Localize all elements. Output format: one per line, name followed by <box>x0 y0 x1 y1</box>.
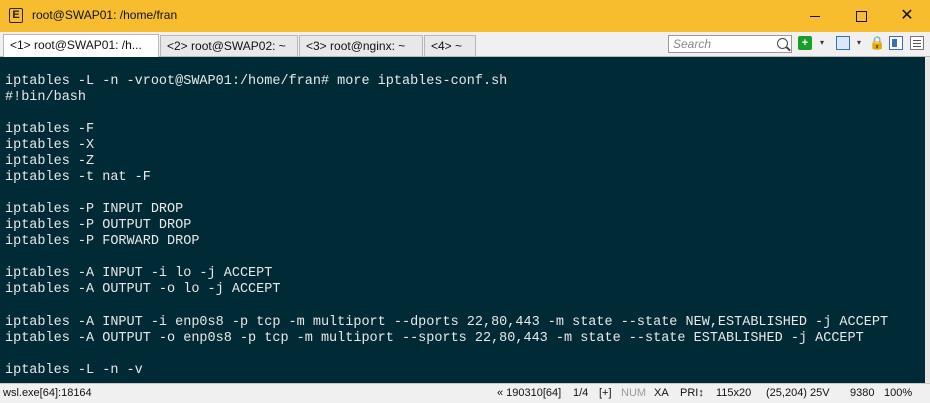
chevron-down-icon[interactable]: ▾ <box>852 36 866 50</box>
terminal-line: iptables -X <box>5 138 95 153</box>
chevron-down-icon[interactable]: ▾ <box>815 36 829 50</box>
status-pri[interactable]: PRI↕ <box>680 387 704 399</box>
app-icon[interactable]: E <box>9 8 23 23</box>
status-console[interactable]: 1/4 <box>573 387 588 399</box>
terminal-line: iptables -Z <box>5 154 95 169</box>
scrollbar[interactable] <box>925 57 930 383</box>
tab-1[interactable]: <1> root@SWAP01: /h... <box>3 34 159 57</box>
new-console-icon[interactable]: + <box>798 36 812 50</box>
tab-4[interactable]: <4> ~ <box>424 35 476 56</box>
terminal-line: iptables -L -n -vroot@SWAP01:/home/fran#… <box>5 74 508 89</box>
status-size[interactable]: 115x20 <box>716 387 751 399</box>
status-build[interactable]: « 190310[64] <box>497 387 561 399</box>
maximize-button[interactable] <box>838 0 884 32</box>
tab-2[interactable]: <2> root@SWAP02: ~ <box>160 35 298 56</box>
status-xa[interactable]: XA <box>654 387 669 399</box>
terminal-line: iptables -P OUTPUT DROP <box>5 218 192 233</box>
terminal-line: #!bin/bash <box>5 90 87 105</box>
tab-3[interactable]: <3> root@nginx: ~ <box>299 35 423 56</box>
panel-icon[interactable] <box>889 36 903 50</box>
terminal-line: iptables -A OUTPUT -o lo -j ACCEPT <box>5 282 281 297</box>
title-bar: E root@SWAP01: /home/fran ✕ <box>0 0 930 32</box>
tile-icon[interactable] <box>836 36 850 50</box>
status-buffer[interactable]: 9380 <box>850 387 874 399</box>
terminal-line: iptables -P INPUT DROP <box>5 202 184 217</box>
terminal-output[interactable]: iptables -L -n -vroot@SWAP01:/home/fran#… <box>0 57 925 383</box>
terminal-line: iptables -A OUTPUT -o enp0s8 -p tcp -m m… <box>5 331 864 346</box>
status-zoom[interactable]: 100% <box>884 387 912 399</box>
terminal-line: iptables -A INPUT -i enp0s8 -p tcp -m mu… <box>5 315 889 330</box>
status-process[interactable]: wsl.exe[64]:18164 <box>3 387 92 399</box>
terminal-line: iptables -F <box>5 122 95 137</box>
status-plus[interactable]: [+] <box>599 387 612 399</box>
search-icon[interactable] <box>777 38 788 49</box>
minimize-button[interactable] <box>792 0 838 32</box>
window-title: root@SWAP01: /home/fran <box>32 8 178 22</box>
status-bar: wsl.exe[64]:18164 « 190310[64] 1/4 [+] N… <box>0 383 930 403</box>
close-icon: ✕ <box>900 7 914 24</box>
search-input[interactable]: Search <box>668 35 792 53</box>
terminal-line: iptables -A INPUT -i lo -j ACCEPT <box>5 266 273 281</box>
menu-icon[interactable] <box>910 36 924 50</box>
search-placeholder: Search <box>673 37 712 51</box>
terminal-line: iptables -t nat -F <box>5 170 151 185</box>
maximize-icon <box>856 11 867 22</box>
terminal-line: iptables -L -n -v <box>5 363 143 378</box>
status-cursor[interactable]: (25,204) 25V <box>766 387 830 399</box>
close-button[interactable]: ✕ <box>884 0 930 32</box>
status-num[interactable]: NUM <box>621 387 646 399</box>
minimize-icon <box>810 16 820 17</box>
lock-icon[interactable]: 🔒 <box>869 36 885 50</box>
terminal-line: iptables -P FORWARD DROP <box>5 234 200 249</box>
